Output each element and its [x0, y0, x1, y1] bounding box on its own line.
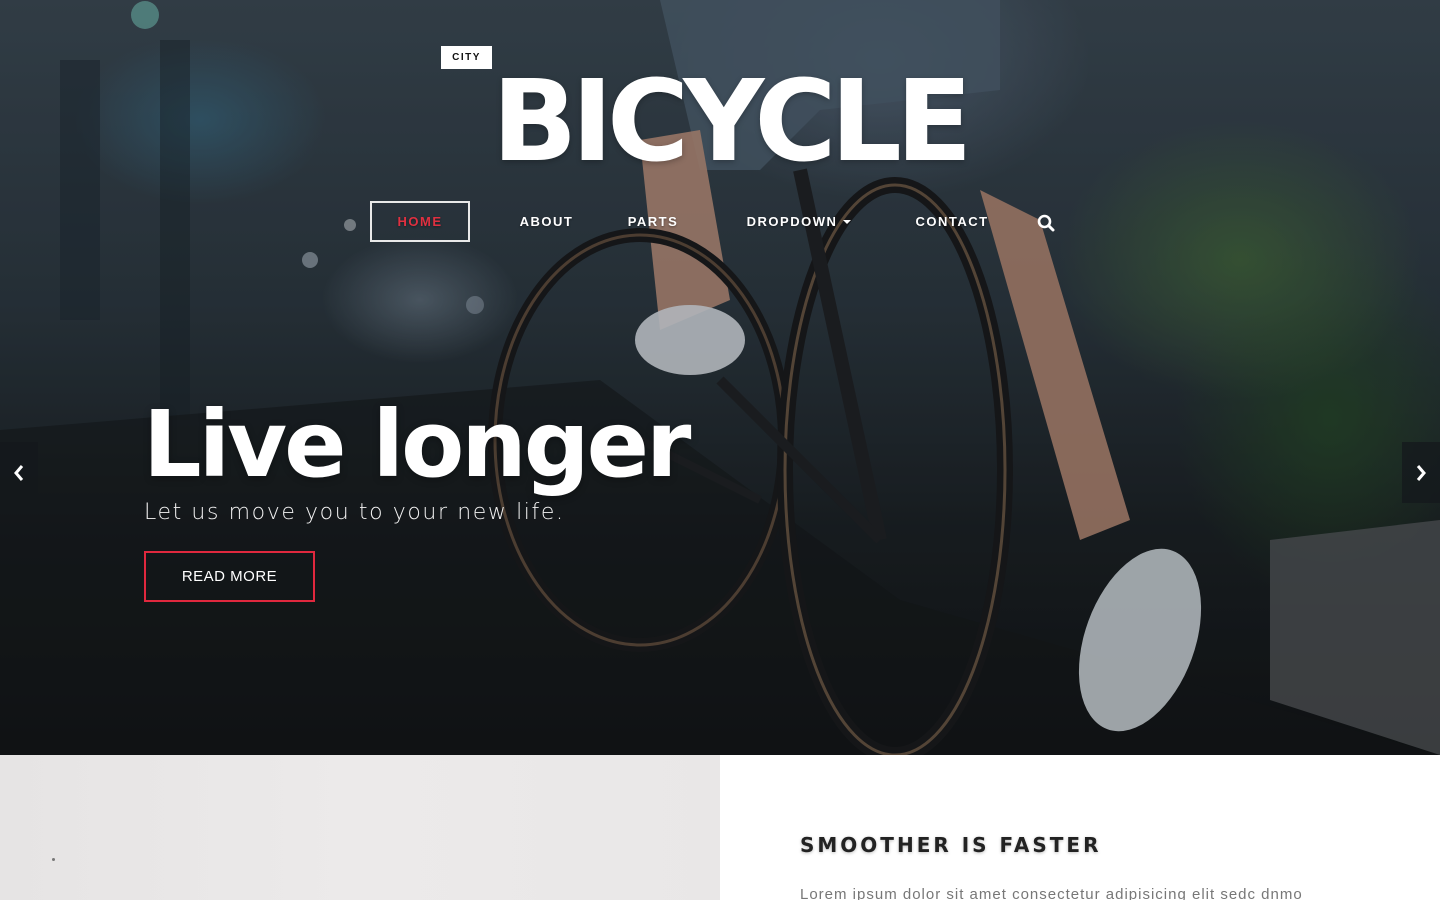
read-more-button[interactable]: READ MORE — [144, 551, 315, 602]
nav-item-parts[interactable]: PARTS — [626, 201, 680, 242]
nav-item-dropdown[interactable]: DROPDOWN — [744, 201, 854, 242]
feature-image — [0, 755, 720, 900]
carousel-prev-button[interactable] — [0, 442, 38, 503]
caret-down-icon — [843, 219, 852, 224]
nav-item-contact[interactable]: CONTACT — [915, 201, 988, 242]
chevron-left-icon — [14, 464, 24, 481]
section-title: SMOOTHER IS FASTER — [800, 833, 1102, 857]
section-text: Lorem ipsum dolor sit amet consectetur a… — [800, 886, 1303, 900]
brand-logo-title[interactable]: BICYCLE — [492, 62, 1002, 182]
nav-item-home[interactable]: HOME — [370, 201, 470, 242]
chevron-right-icon — [1416, 464, 1426, 481]
hero-heading: Live longer — [143, 391, 691, 498]
carousel-next-button[interactable] — [1402, 442, 1440, 503]
search-icon[interactable] — [1037, 214, 1055, 232]
image-detail — [52, 858, 55, 861]
hero-subheading: Let us move you to your new life. — [144, 500, 565, 525]
feature-content — [720, 755, 1440, 900]
nav-item-about[interactable]: ABOUT — [509, 201, 584, 242]
brand-tag: CITY — [441, 46, 492, 69]
nav-item-dropdown-label: DROPDOWN — [746, 214, 838, 229]
hero-slider: CITY BICYCLE HOME ABOUT PARTS DROPDOWN C… — [0, 0, 1440, 755]
